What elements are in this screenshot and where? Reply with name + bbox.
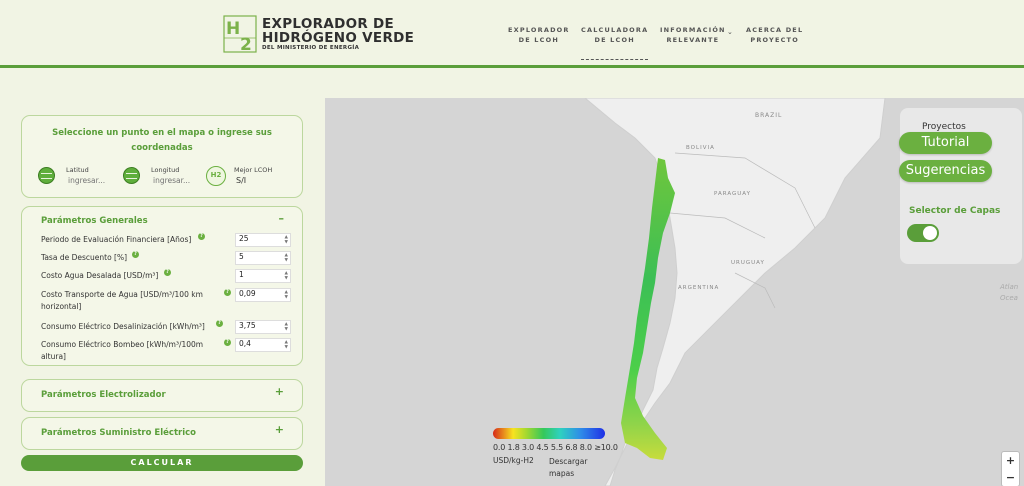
longitude-label: Longitud — [151, 166, 180, 174]
spinner-icon[interactable]: ▲ ▼ — [285, 340, 288, 350]
chile-lcoh-layer — [621, 158, 675, 460]
electrolyzer-card[interactable]: Parámetros Electrolizador + — [21, 379, 303, 412]
param-label-periodo: Periodo de Evaluación Financiera [Años] — [41, 235, 192, 244]
label-argentina: ARGENTINA — [678, 285, 720, 291]
h2-badge-icon: H2 — [206, 166, 226, 186]
svg-text:H: H — [226, 19, 240, 39]
top-header: H 2 EXPLORADOR DE HIDRÓGENO VERDE DEL MI… — [0, 0, 1024, 68]
nav-label: ACERCA DEL — [746, 26, 804, 34]
param-label-agua: Costo Agua Desalada [USD/m³] — [41, 271, 159, 280]
latitude-globe-icon — [38, 167, 55, 184]
param-label-transporte: Costo Transporte de Agua [USD/m³/100 km … — [41, 290, 203, 311]
map-canvas[interactable]: BRAZIL BOLIVIA PARAGUAY URUGUAY ARGENTIN… — [325, 98, 1024, 486]
input-value: 0,09 — [239, 289, 256, 298]
layer-selector-label: Selector de Capas — [909, 206, 1001, 216]
input-value: 1 — [239, 270, 244, 279]
label-atlantic-line1: Atlan — [1000, 283, 1019, 291]
general-parameters-title: Parámetros Generales — [41, 216, 148, 226]
download-line1: Descargar — [549, 457, 588, 466]
nav-calculadora[interactable]: CALCULADORA DE LCOH — [581, 25, 649, 60]
electric-supply-card[interactable]: Parámetros Suministro Eléctrico + — [21, 417, 303, 450]
collapse-toggle[interactable]: – — [279, 212, 285, 225]
param-label-desalinizacion: Consumo Eléctrico Desalinización [kWh/m³… — [41, 322, 205, 331]
coordinates-title: Seleccione un punto en el mapa o ingrese… — [52, 128, 272, 153]
latitude-label: Latitud — [66, 166, 89, 174]
nav-label: EXPLORADOR — [508, 26, 570, 34]
proyectos-label: Proyectos — [922, 122, 966, 132]
zoom-out-button[interactable]: − — [1002, 469, 1019, 486]
tutorial-button[interactable]: Tutorial — [899, 132, 992, 154]
expand-toggle[interactable]: + — [275, 385, 284, 398]
spinner-icon[interactable]: ▲ ▼ — [285, 253, 288, 263]
expand-toggle[interactable]: + — [275, 423, 284, 436]
input-agua[interactable]: 1 ▲ ▼ — [235, 269, 291, 283]
download-maps-link[interactable]: Descargar mapas — [549, 456, 587, 480]
param-label-tasa: Tasa de Descuento [%] — [41, 253, 128, 262]
layer-toggle-switch[interactable] — [907, 224, 939, 242]
lcoh-color-legend — [493, 428, 605, 439]
electric-supply-title: Parámetros Suministro Eléctrico — [41, 428, 196, 438]
download-line2: mapas — [549, 469, 575, 478]
latitude-input[interactable] — [68, 176, 118, 185]
brand-title: EXPLORADOR DE HIDRÓGENO VERDE — [262, 17, 414, 45]
coordinates-card: Seleccione un punto en el mapa o ingrese… — [21, 115, 303, 198]
legend-tick-labels: 0.0 1.8 3.0 4.5 5.5 6.8 8.0 ≥10.0 — [493, 443, 618, 452]
zoom-control: + − — [1001, 451, 1020, 486]
input-periodo[interactable]: 25 ▲ ▼ — [235, 233, 291, 247]
longitude-input[interactable] — [153, 176, 203, 185]
label-paraguay: PARAGUAY — [714, 191, 751, 197]
input-value: 3,75 — [239, 321, 256, 330]
nav-label: DE LCOH — [594, 36, 635, 44]
legend-unit: USD/kg-H2 — [493, 456, 534, 465]
label-brazil: BRAZIL — [755, 112, 783, 119]
nav-explorador[interactable]: EXPLORADOR DE LCOH — [508, 25, 570, 45]
label-uruguay: URUGUAY — [731, 260, 765, 266]
nav-label: CALCULADORA — [581, 26, 649, 34]
best-lcoh-label: Mejor LCOH — [234, 166, 273, 174]
help-icon[interactable]: ? — [198, 233, 205, 240]
nav-label: INFORMACIÓN — [660, 26, 726, 34]
nav-label: RELEVANTE — [666, 36, 720, 44]
spinner-icon[interactable]: ▲ ▼ — [285, 322, 288, 332]
input-bombeo[interactable]: 0,4 ▲ ▼ — [235, 338, 291, 352]
brand-title-line2: HIDRÓGENO VERDE — [262, 30, 415, 46]
best-lcoh-value: S/I — [236, 176, 247, 185]
input-transporte[interactable]: 0,09 ▲ ▼ — [235, 288, 291, 302]
label-bolivia: BOLIVIA — [686, 145, 715, 151]
input-value: 0,4 — [239, 339, 251, 348]
nav-label: PROYECTO — [750, 36, 799, 44]
electrolyzer-title: Parámetros Electrolizador — [41, 390, 166, 400]
spinner-icon[interactable]: ▲ ▼ — [285, 235, 288, 245]
label-atlantic-line2: Ocea — [1000, 294, 1018, 302]
label-atlantic: Atlan Ocea — [1000, 282, 1018, 304]
nav-informacion[interactable]: INFORMACIÓN RELEVANTE — [660, 25, 726, 45]
suggestions-button[interactable]: Sugerencias — [899, 160, 992, 182]
help-icon[interactable]: ? — [216, 320, 223, 327]
input-value: 5 — [239, 252, 244, 261]
input-value: 25 — [239, 234, 249, 243]
param-label-bombeo: Consumo Eléctrico Bombeo [kWh/m³/100m al… — [41, 340, 204, 361]
general-parameters-card: Parámetros Generales – Periodo de Evalua… — [21, 206, 303, 366]
nav-label: DE LCOH — [518, 36, 559, 44]
help-icon[interactable]: ? — [132, 251, 139, 258]
spinner-icon[interactable]: ▲ ▼ — [285, 271, 288, 281]
help-icon[interactable]: ? — [224, 339, 231, 346]
brand-subtitle: DEL MINISTERIO DE ENERGÍA — [262, 45, 360, 51]
spinner-icon[interactable]: ▲ ▼ — [285, 290, 288, 300]
calculate-button[interactable]: CALCULAR — [21, 455, 303, 471]
longitude-globe-icon — [123, 167, 140, 184]
brand-title-line1: EXPLORADOR DE — [262, 16, 395, 32]
input-tasa[interactable]: 5 ▲ ▼ — [235, 251, 291, 265]
chevron-down-icon: ⌄ — [727, 28, 733, 36]
h2-logo-icon: H 2 — [223, 15, 257, 54]
help-icon[interactable]: ? — [224, 289, 231, 296]
help-icon[interactable]: ? — [164, 269, 171, 276]
nav-acerca[interactable]: ACERCA DEL PROYECTO — [746, 25, 803, 45]
input-desalinizacion[interactable]: 3,75 ▲ ▼ — [235, 320, 291, 334]
zoom-in-button[interactable]: + — [1002, 452, 1019, 469]
